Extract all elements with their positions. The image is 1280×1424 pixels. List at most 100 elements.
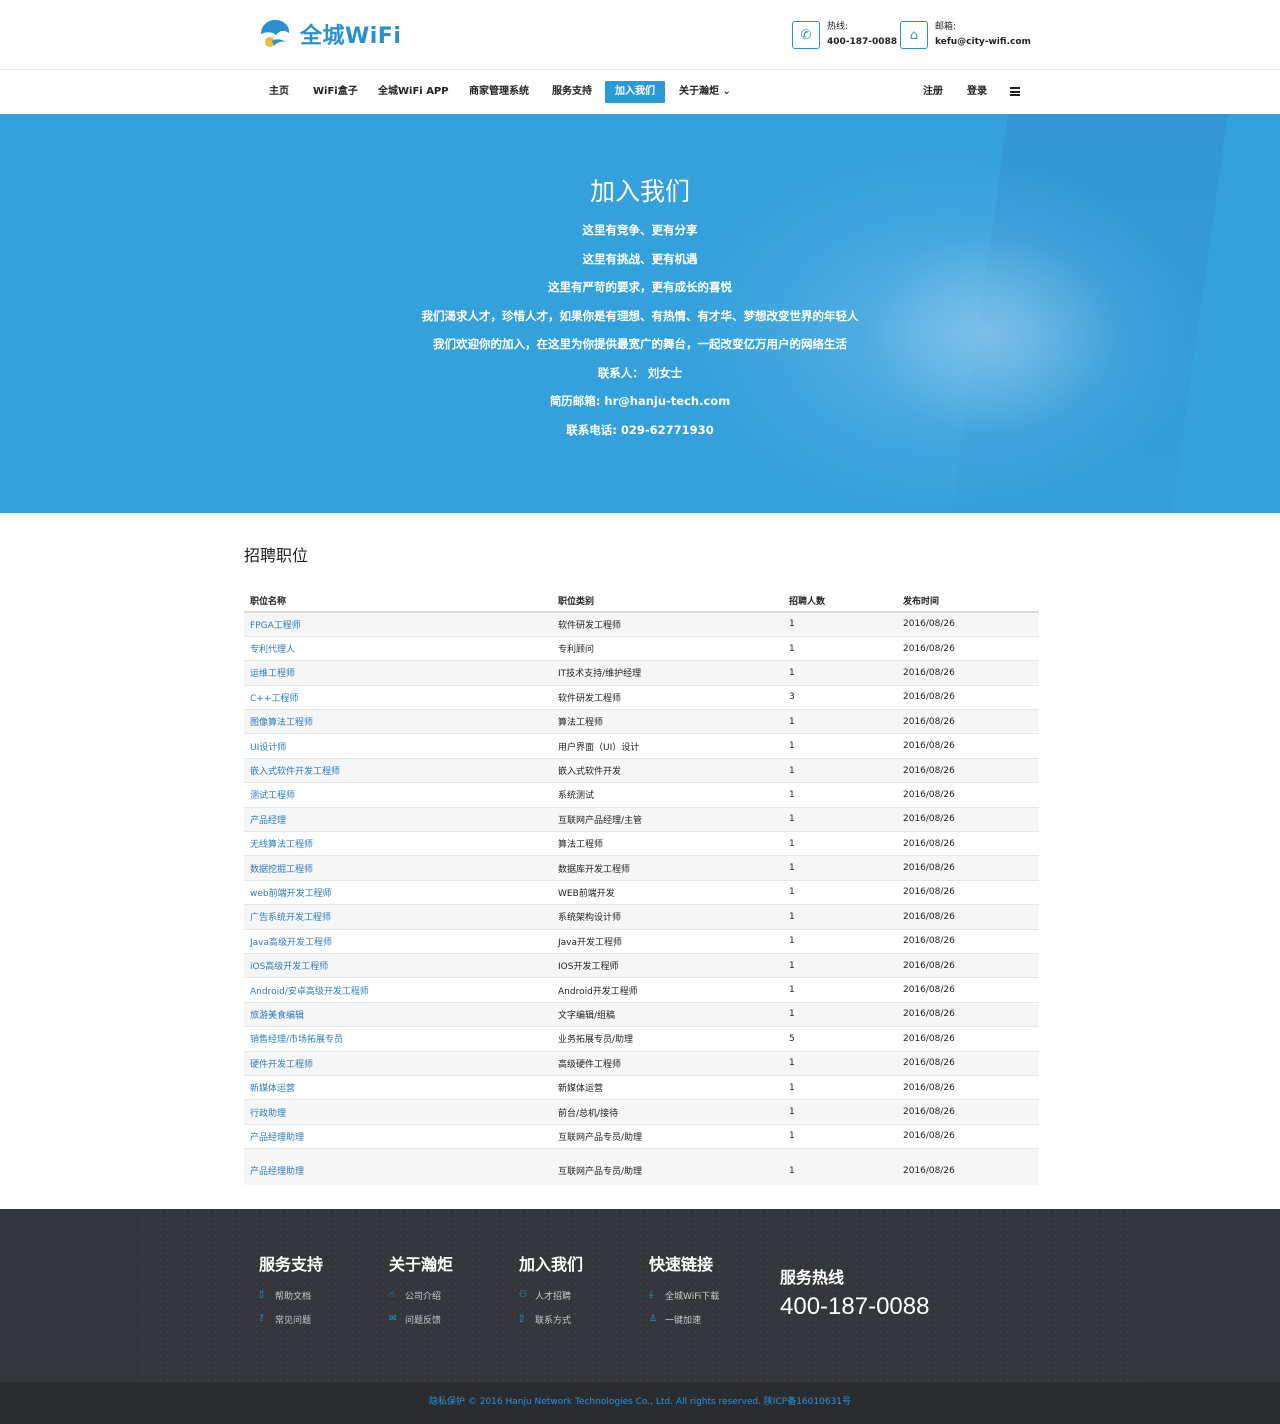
table-row[interactable]: 广告系统开发工程师 系统架构设计师 1 2016/08/26 [244, 904, 1039, 930]
phone-icon: ✆ [792, 21, 820, 49]
footer-link-faq[interactable]: ? 常见问题 [259, 1307, 323, 1331]
job-name-link[interactable]: Android/安卓高级开发工程师 [244, 977, 552, 1003]
job-name-link[interactable]: 新媒体运营 [244, 1075, 552, 1101]
table-row[interactable]: C++工程师 软件研发工程师 3 2016/08/26 [244, 685, 1039, 711]
job-date: 2016/08/26 [897, 1002, 1039, 1028]
hero-line: 这里有竞争、更有分享 [582, 223, 698, 237]
footer-link-recruitment[interactable]: ⚇ 人才招聘 [519, 1283, 583, 1307]
job-headcount: 1 [783, 953, 897, 979]
job-name-link[interactable]: 专利代理人 [244, 636, 552, 662]
table-row[interactable]: web前端开发工程师 WEB前端开发 1 2016/08/26 [244, 880, 1039, 906]
job-name-link[interactable]: 产品经理 [244, 807, 552, 833]
footer-link-feedback[interactable]: ✉ 问题反馈 [389, 1307, 453, 1331]
table-row[interactable]: 专利代理人 专利顾问 1 2016/08/26 [244, 636, 1039, 662]
job-name-link[interactable]: 数据挖掘工程师 [244, 855, 552, 881]
table-row[interactable]: iOS高级开发工程师 IOS开发工程师 1 2016/08/26 [244, 953, 1039, 979]
user-icon: ⚇ [519, 1290, 528, 1300]
job-date: 2016/08/26 [897, 636, 1039, 662]
table-row[interactable]: 产品经理助理 互联网产品专员/助理 1 2016/08/26 [244, 1148, 1039, 1185]
job-name-link[interactable]: 测试工程师 [244, 782, 552, 808]
table-row[interactable]: 产品经理助理 互联网产品专员/助理 1 2016/08/26 [244, 1124, 1039, 1150]
job-name-link[interactable]: 图像算法工程师 [244, 709, 552, 735]
job-headcount: 1 [783, 733, 897, 759]
table-row[interactable]: 新媒体运营 新媒体运营 1 2016/08/26 [244, 1075, 1039, 1101]
job-name-link[interactable]: 嵌入式软件开发工程师 [244, 758, 552, 784]
table-row[interactable]: 旅游美食编辑 文字编辑/组稿 1 2016/08/26 [244, 1002, 1039, 1028]
nav-item-merchant-system[interactable]: 商家管理系统 [469, 81, 529, 103]
hotline-contact: ✆ 热线: 400-187-0088 [792, 20, 897, 50]
table-row[interactable]: Java高级开发工程师 Java开发工程师 1 2016/08/26 [244, 929, 1039, 954]
table-row[interactable]: 图像算法工程师 算法工程师 1 2016/08/26 [244, 709, 1039, 735]
login-link[interactable]: 登录 [967, 81, 987, 103]
email-contact: ⌂ 邮箱: kefu@city-wifi.com [900, 20, 1031, 50]
mailbox-icon: ⌂ [900, 21, 928, 49]
table-row[interactable]: FPGA工程师 软件研发工程师 1 2016/08/26 [244, 612, 1039, 637]
footer-link-contact[interactable]: ▯ 联系方式 [519, 1307, 583, 1331]
job-name-link[interactable]: 行政助理 [244, 1099, 552, 1125]
email-value[interactable]: kefu@city-wifi.com [935, 35, 1031, 50]
job-headcount: 1 [783, 612, 897, 637]
job-name-link[interactable]: 产品经理助理 [244, 1148, 552, 1185]
job-date: 2016/08/26 [897, 855, 1039, 881]
footer-link-accelerate[interactable]: ♙ 一键加速 [649, 1307, 719, 1331]
job-name-link[interactable]: web前端开发工程师 [244, 880, 552, 906]
job-name-link[interactable]: 销售经理/市场拓展专员 [244, 1026, 552, 1052]
table-row[interactable]: 无线算法工程师 算法工程师 1 2016/08/26 [244, 831, 1039, 857]
job-date: 2016/08/26 [897, 880, 1039, 906]
footer-link-label: 联系方式 [535, 1315, 572, 1326]
job-date: 2016/08/26 [897, 929, 1039, 954]
hotline-label: 热线: [827, 22, 849, 32]
table-row[interactable]: 硬件开发工程师 高级硬件工程师 1 2016/08/26 [244, 1051, 1039, 1076]
job-headcount: 1 [783, 855, 897, 881]
menu-icon[interactable] [1010, 87, 1020, 96]
logo-text: 全城WiFi [300, 24, 402, 49]
table-row[interactable]: 嵌入式软件开发工程师 嵌入式软件开发 1 2016/08/26 [244, 758, 1039, 784]
nav-item-about[interactable]: 关于瀚炬 ⌄ [679, 81, 731, 103]
column-header-date: 发布时间 [897, 590, 1039, 613]
table-row[interactable]: 数据挖掘工程师 数据库开发工程师 1 2016/08/26 [244, 855, 1039, 881]
table-row[interactable]: Android/安卓高级开发工程师 Android开发工程师 1 2016/08/26 [244, 977, 1039, 1003]
job-date: 2016/08/26 [897, 758, 1039, 784]
footer-link-download[interactable]: ⤓ 全城WiFi下载 [649, 1283, 719, 1307]
footer-link-company-intro[interactable]: ☝ 公司介绍 [389, 1283, 453, 1307]
job-headcount: 1 [783, 709, 897, 735]
job-name-link[interactable]: 旅游美食编辑 [244, 1002, 552, 1028]
copyright-bar: 隐私保护 © 2016 Hanju Network Technologies C… [0, 1382, 1280, 1424]
nav-item-join-us[interactable]: 加入我们 [605, 81, 665, 103]
job-name-link[interactable]: 硬件开发工程师 [244, 1051, 552, 1076]
table-row[interactable]: 行政助理 前台/总机/接待 1 2016/08/26 [244, 1099, 1039, 1125]
job-category: 互联网产品专员/助理 [552, 1124, 783, 1150]
job-name-link[interactable]: 产品经理助理 [244, 1124, 552, 1150]
table-row[interactable]: 销售经理/市场拓展专员 业务拓展专员/助理 5 2016/08/26 [244, 1026, 1039, 1052]
job-category: IT技术支持/维护经理 [552, 660, 783, 686]
footer-col-title: 快速链接 [649, 1255, 714, 1274]
job-category: 互联网产品经理/主管 [552, 807, 783, 833]
table-row[interactable]: UI设计师 用户界面（UI）设计 1 2016/08/26 [244, 733, 1039, 759]
job-category: 专利顾问 [552, 636, 783, 662]
footer-col-title: 服务支持 [259, 1255, 324, 1274]
hero-line: 这里有严苛的要求，更有成长的喜悦 [548, 280, 732, 294]
table-row[interactable]: 测试工程师 系统测试 1 2016/08/26 [244, 782, 1039, 808]
person-icon: ♙ [649, 1314, 658, 1324]
table-row[interactable]: 产品经理 互联网产品经理/主管 1 2016/08/26 [244, 807, 1039, 833]
nav-item-support[interactable]: 服务支持 [552, 81, 592, 103]
job-category: 业务拓展专员/助理 [552, 1026, 783, 1052]
job-name-link[interactable]: 无线算法工程师 [244, 831, 552, 857]
hero-phone: 联系电话: 029-62771930 [566, 422, 714, 437]
register-link[interactable]: 注册 [923, 81, 943, 103]
job-name-link[interactable]: FPGA工程师 [244, 612, 552, 637]
site-logo[interactable]: 全城WiFi [258, 18, 401, 50]
nav-item-app[interactable]: 全城WiFi APP [378, 81, 449, 103]
job-name-link[interactable]: 运维工程师 [244, 660, 552, 686]
job-headcount: 1 [783, 636, 897, 662]
job-name-link[interactable]: C++工程师 [244, 685, 552, 711]
footer-link-help-docs[interactable]: ▯ 帮助文档 [259, 1283, 323, 1307]
nav-item-home[interactable]: 主页 [269, 81, 289, 103]
table-row[interactable]: 运维工程师 IT技术支持/维护经理 1 2016/08/26 [244, 660, 1039, 686]
job-category: 互联网产品专员/助理 [552, 1148, 783, 1185]
job-name-link[interactable]: UI设计师 [244, 733, 552, 759]
job-name-link[interactable]: 广告系统开发工程师 [244, 904, 552, 930]
job-name-link[interactable]: iOS高级开发工程师 [244, 953, 552, 979]
job-name-link[interactable]: Java高级开发工程师 [244, 929, 552, 954]
nav-item-wifi-box[interactable]: WiFi盒子 [313, 81, 358, 103]
